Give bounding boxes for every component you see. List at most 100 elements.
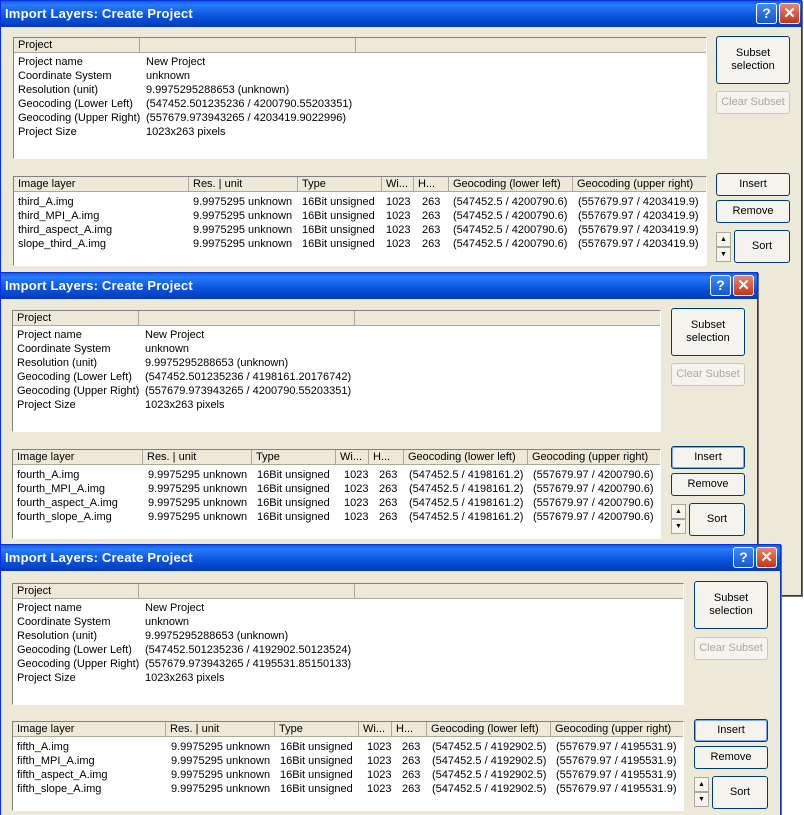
help-icon[interactable]: ? [733, 547, 754, 568]
table-row[interactable]: third_MPI_A.img 9.9975295 unknown 16Bit … [14, 209, 706, 223]
arrow-up-icon[interactable]: ▲ [694, 777, 709, 792]
column-header[interactable]: Image layer [14, 177, 189, 192]
clear-subset-button[interactable]: Clear Subset [694, 637, 768, 660]
layer-name: fifth_A.img [17, 741, 69, 753]
layer-width: 1023 [344, 469, 369, 481]
layer-name: fifth_slope_A.img [17, 783, 102, 795]
column-header[interactable]: Type [252, 450, 336, 465]
column-header[interactable]: Image layer [13, 450, 143, 465]
column-header[interactable]: Res. | unit [143, 450, 252, 465]
project-value: (547452.501235236 / 4200790.55203351) [146, 98, 353, 110]
layer-type: 16Bit unsigned [280, 769, 353, 781]
project-value: (557679.973943265 / 4195531.85150133) [145, 658, 352, 670]
project-value: 9.9975295288653 (unknown) [145, 357, 289, 369]
table-row[interactable]: fourth_slope_A.img 9.9975295 unknown 16B… [13, 510, 660, 524]
help-icon[interactable]: ? [756, 3, 777, 24]
column-header[interactable]: Geocoding (lower left) [427, 722, 551, 737]
table-row[interactable]: fifth_aspect_A.img 9.9975295 unknown 16B… [13, 768, 683, 782]
layer-height: 263 [379, 469, 398, 481]
arrow-up-icon[interactable]: ▲ [671, 504, 686, 519]
table-row[interactable]: fourth_A.img 9.9975295 unknown 16Bit uns… [13, 468, 660, 482]
arrow-down-icon[interactable]: ▼ [694, 792, 709, 807]
layer-geo-lower-left: (547452.5 / 4200790.6) [453, 196, 568, 208]
layer-resolution: 9.9975295 unknown [193, 210, 293, 222]
close-icon[interactable]: ✕ [756, 547, 777, 568]
table-row[interactable]: third_aspect_A.img 9.9975295 unknown 16B… [14, 223, 706, 237]
layer-geo-upper-right: (557679.97 / 4200790.6) [533, 483, 654, 495]
insert-button[interactable]: Insert [694, 719, 768, 742]
column-header[interactable]: H... [392, 722, 427, 737]
project-label: Geocoding (Lower Left) [17, 644, 132, 656]
layer-geo-lower-left: (547452.5 / 4198161.2) [409, 497, 524, 509]
layer-width: 1023 [367, 755, 392, 767]
column-header[interactable]: Geocoding (upper right) [528, 450, 660, 465]
table-row[interactable]: fourth_MPI_A.img 9.9975295 unknown 16Bit… [13, 482, 660, 496]
layer-height: 263 [422, 224, 441, 236]
layer-geo-upper-right: (557679.97 / 4200790.6) [533, 469, 654, 481]
column-header[interactable]: Wi... [382, 177, 414, 192]
layer-resolution: 9.9975295 unknown [193, 224, 293, 236]
move-layer-spinner[interactable]: ▲ ▼ [716, 232, 731, 263]
project-label: Resolution (unit) [17, 357, 98, 369]
column-header[interactable]: Geocoding (upper right) [573, 177, 706, 192]
clear-subset-button[interactable]: Clear Subset [716, 91, 790, 114]
project-label: Coordinate System [17, 616, 111, 628]
column-header[interactable]: Image layer [13, 722, 166, 737]
sort-button[interactable]: Sort [734, 230, 790, 263]
project-label: Geocoding (Lower Left) [17, 371, 132, 383]
layer-name: fifth_MPI_A.img [17, 755, 95, 767]
layer-resolution: 9.9975295 unknown [148, 469, 248, 481]
column-header[interactable]: H... [414, 177, 449, 192]
column-header[interactable]: Geocoding (lower left) [404, 450, 528, 465]
subset-selection-button[interactable]: Subset selection [694, 581, 768, 629]
layer-width: 1023 [367, 783, 392, 795]
insert-button[interactable]: Insert [716, 173, 790, 196]
remove-button[interactable]: Remove [716, 200, 790, 223]
move-layer-spinner[interactable]: ▲ ▼ [694, 777, 709, 808]
layer-type: 16Bit unsigned [302, 196, 375, 208]
title-bar[interactable]: Import Layers: Create Project ? ✕ [1, 273, 757, 299]
insert-button[interactable]: Insert [671, 446, 745, 469]
remove-button[interactable]: Remove [694, 746, 768, 769]
project-header: Project [13, 311, 139, 326]
column-header[interactable]: Res. | unit [166, 722, 275, 737]
sort-button[interactable]: Sort [689, 503, 745, 536]
table-row[interactable]: slope_third_A.img 9.9975295 unknown 16Bi… [14, 237, 706, 251]
arrow-down-icon[interactable]: ▼ [716, 247, 731, 262]
layer-type: 16Bit unsigned [280, 755, 353, 767]
table-row[interactable]: fifth_A.img 9.9975295 unknown 16Bit unsi… [13, 740, 683, 754]
column-header[interactable]: H... [369, 450, 404, 465]
column-header[interactable]: Type [298, 177, 382, 192]
table-row[interactable]: fifth_MPI_A.img 9.9975295 unknown 16Bit … [13, 754, 683, 768]
sort-button[interactable]: Sort [712, 776, 768, 809]
layer-type: 16Bit unsigned [280, 741, 353, 753]
close-icon[interactable]: ✕ [779, 3, 800, 24]
remove-button[interactable]: Remove [671, 473, 745, 496]
arrow-up-icon[interactable]: ▲ [716, 232, 731, 247]
table-row[interactable]: fourth_aspect_A.img 9.9975295 unknown 16… [13, 496, 660, 510]
clear-subset-button[interactable]: Clear Subset [671, 363, 745, 386]
column-header[interactable]: Wi... [359, 722, 392, 737]
table-row[interactable]: third_A.img 9.9975295 unknown 16Bit unsi… [14, 195, 706, 209]
table-row[interactable]: fifth_slope_A.img 9.9975295 unknown 16Bi… [13, 782, 683, 796]
project-header-col2 [139, 584, 355, 599]
help-icon[interactable]: ? [710, 275, 731, 296]
subset-selection-button[interactable]: Subset selection [671, 308, 745, 356]
close-icon[interactable]: ✕ [733, 275, 754, 296]
subset-selection-button[interactable]: Subset selection [716, 36, 790, 84]
window-title: Import Layers: Create Project [5, 278, 193, 293]
project-header-col2 [140, 38, 356, 53]
project-value: New Project [145, 329, 205, 341]
column-header[interactable]: Type [275, 722, 359, 737]
move-layer-spinner[interactable]: ▲ ▼ [671, 504, 686, 535]
layer-type: 16Bit unsigned [257, 511, 330, 523]
layer-geo-lower-left: (547452.5 / 4200790.6) [453, 210, 568, 222]
column-header[interactable]: Geocoding (upper right) [551, 722, 683, 737]
column-header[interactable]: Res. | unit [189, 177, 298, 192]
column-header[interactable]: Wi... [336, 450, 369, 465]
title-bar[interactable]: Import Layers: Create Project ? ✕ [1, 1, 801, 27]
arrow-down-icon[interactable]: ▼ [671, 519, 686, 534]
column-header[interactable]: Geocoding (lower left) [449, 177, 573, 192]
title-bar[interactable]: Import Layers: Create Project ? ✕ [1, 545, 780, 571]
project-header: Project [14, 38, 140, 53]
